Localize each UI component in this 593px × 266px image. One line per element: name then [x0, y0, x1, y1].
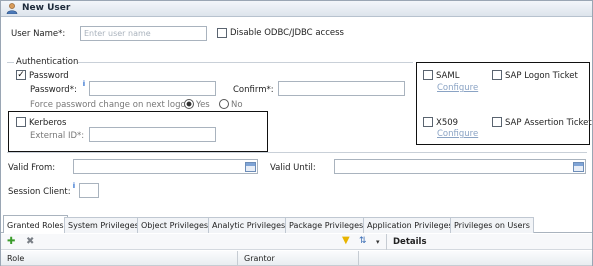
sap-logon-ticket-label: SAP Logon Ticket [505, 71, 578, 81]
column-separator [237, 251, 238, 266]
tab-system-privileges[interactable]: System Privileges [64, 217, 143, 233]
calendar-icon[interactable] [245, 162, 256, 172]
info-icon: i [82, 80, 86, 88]
valid-from-input[interactable] [73, 159, 258, 174]
password-input[interactable] [89, 81, 216, 96]
column-separator [358, 251, 359, 266]
column-header-role[interactable]: Role [7, 254, 24, 263]
sap-logon-ticket-checkbox[interactable] [492, 70, 502, 80]
confirm-password-input[interactable] [278, 81, 405, 96]
checkmark-icon: ✓ [17, 70, 25, 80]
sap-assertion-ticket-label: SAP Assertion Ticket [505, 118, 592, 128]
authentication-divider [78, 62, 413, 63]
saml-configure-link[interactable]: Configure [437, 83, 478, 93]
external-id-input[interactable] [89, 127, 216, 142]
x509-configure-link[interactable]: Configure [437, 129, 478, 139]
force-change-no-label: No [231, 100, 243, 110]
password-checkbox[interactable]: ✓ [16, 70, 26, 80]
x509-checkbox[interactable] [423, 117, 433, 127]
password-label: Password*: [30, 85, 77, 95]
saml-checkbox[interactable] [423, 70, 433, 80]
x509-label: X509 [436, 118, 459, 128]
disable-odbc-checkbox[interactable] [217, 28, 227, 38]
force-change-no-radio[interactable] [219, 99, 229, 109]
valid-until-input[interactable] [334, 159, 586, 174]
info-icon: i [72, 182, 76, 190]
add-icon[interactable]: ✚ [7, 236, 15, 248]
session-client-input[interactable] [79, 183, 99, 198]
filter-icon[interactable]: ▼ [342, 235, 350, 247]
privilege-tabs: Granted Roles System Privileges Object P… [1, 215, 592, 233]
sap-assertion-ticket-checkbox[interactable] [492, 117, 502, 127]
tab-granted-roles[interactable]: Granted Roles [3, 215, 68, 233]
roles-grid-header: Role Grantor [1, 251, 592, 266]
validity-divider [7, 152, 587, 153]
tab-application-privileges[interactable]: Application Privileges [363, 217, 457, 233]
user-icon [6, 3, 18, 14]
external-id-label: External ID*: [30, 131, 85, 141]
session-client-label: Session Client: [8, 187, 71, 197]
details-label: Details [393, 237, 427, 247]
force-change-yes-radio[interactable] [184, 99, 194, 109]
delete-icon[interactable]: ✖ [26, 236, 34, 248]
user-name-label: User Name*: [11, 29, 66, 39]
force-password-change-label: Force password change on next logon: [30, 100, 194, 110]
tab-analytic-privileges[interactable]: Analytic Privileges [208, 217, 290, 233]
disable-odbc-label: Disable ODBC/JDBC access [230, 28, 344, 38]
page-title: New User [22, 3, 71, 13]
title-bar [1, 1, 592, 17]
force-change-yes-label: Yes [196, 100, 210, 110]
calendar-icon[interactable] [573, 162, 584, 172]
dropdown-arrow-icon[interactable]: ▾ [376, 236, 380, 248]
tab-object-privileges[interactable]: Object Privileges [137, 217, 213, 233]
sort-icon[interactable]: ⇅ [359, 235, 367, 247]
user-name-input[interactable] [80, 26, 207, 41]
toolbar-divider [386, 234, 387, 250]
column-header-grantor[interactable]: Grantor [244, 254, 275, 263]
confirm-label: Confirm*: [233, 85, 274, 95]
authentication-group-label: Authentication [16, 57, 79, 67]
tab-package-privileges[interactable]: Package Privileges [285, 217, 368, 233]
tab-privileges-on-users[interactable]: Privileges on Users [450, 217, 534, 233]
authentication-divider-left [7, 62, 14, 63]
kerberos-checkbox[interactable] [16, 117, 26, 127]
saml-label: SAML [436, 71, 460, 81]
valid-from-label: Valid From: [8, 163, 56, 173]
valid-until-label: Valid Until: [270, 163, 316, 173]
password-checkbox-label: Password [29, 71, 69, 81]
kerberos-label: Kerberos [29, 118, 67, 128]
roles-toolbar: ✚ ✖ ▼ ⇅ ▾ Details [1, 234, 592, 250]
